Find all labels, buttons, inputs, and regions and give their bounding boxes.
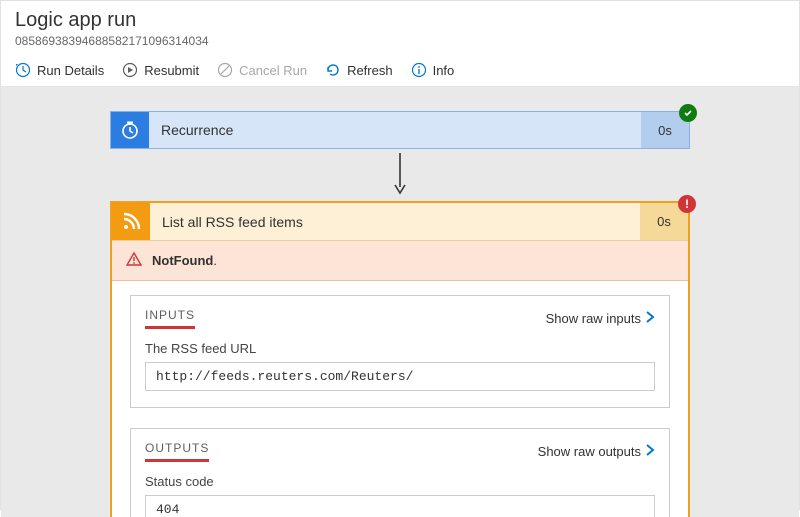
status-code-value: 404 <box>145 495 655 517</box>
run-details-icon <box>15 62 31 78</box>
recurrence-card[interactable]: Recurrence 0s <box>110 111 690 149</box>
run-details-button[interactable]: Run Details <box>15 62 104 78</box>
page-title: Logic app run <box>15 9 785 32</box>
rss-title: List all RSS feed items <box>150 203 640 240</box>
info-icon <box>411 62 427 78</box>
arrow-down-icon <box>393 153 407 195</box>
rss-icon <box>112 203 150 240</box>
refresh-label: Refresh <box>347 63 393 78</box>
recurrence-icon <box>111 112 149 148</box>
show-raw-outputs-label: Show raw outputs <box>538 444 641 459</box>
rss-card[interactable]: List all RSS feed items 0s ! NotFound. I… <box>110 201 690 517</box>
info-label: Info <box>433 63 455 78</box>
toolbar: Run Details Resubmit Cancel Run Refresh … <box>1 54 799 87</box>
rss-url-label: The RSS feed URL <box>145 341 655 356</box>
chevron-right-icon <box>645 311 655 326</box>
inputs-label: INPUTS <box>145 308 195 329</box>
warning-icon <box>126 251 142 270</box>
run-id: 08586938394688582171096314034 <box>15 34 785 48</box>
resubmit-button[interactable]: Resubmit <box>122 62 199 78</box>
rss-card-header: List all RSS feed items 0s <box>112 203 688 241</box>
error-banner: NotFound. <box>112 241 688 281</box>
chevron-right-icon <box>645 444 655 459</box>
info-button[interactable]: Info <box>411 62 455 78</box>
show-raw-outputs-button[interactable]: Show raw outputs <box>538 444 655 459</box>
cancel-run-button: Cancel Run <box>217 62 307 78</box>
rss-url-value: http://feeds.reuters.com/Reuters/ <box>145 362 655 391</box>
outputs-label: OUTPUTS <box>145 441 209 462</box>
refresh-button[interactable]: Refresh <box>325 62 393 78</box>
connector-arrow <box>1 153 799 195</box>
page-header: Logic app run 08586938394688582171096314… <box>1 1 799 54</box>
resubmit-label: Resubmit <box>144 63 199 78</box>
refresh-icon <box>325 62 341 78</box>
success-badge-icon <box>679 104 697 122</box>
cancel-run-icon <box>217 62 233 78</box>
run-details-label: Run Details <box>37 63 104 78</box>
outputs-section: OUTPUTS Show raw outputs Status code 404 <box>130 428 670 517</box>
designer-canvas: Recurrence 0s List all RSS feed items 0s… <box>1 87 799 517</box>
cancel-run-label: Cancel Run <box>239 63 307 78</box>
status-code-label: Status code <box>145 474 655 489</box>
recurrence-title: Recurrence <box>149 112 641 148</box>
show-raw-inputs-button[interactable]: Show raw inputs <box>546 311 655 326</box>
inputs-section: INPUTS Show raw inputs The RSS feed URL … <box>112 281 688 517</box>
error-badge-icon: ! <box>678 195 696 213</box>
resubmit-icon <box>122 62 138 78</box>
show-raw-inputs-label: Show raw inputs <box>546 311 641 326</box>
error-message: NotFound. <box>152 253 217 268</box>
